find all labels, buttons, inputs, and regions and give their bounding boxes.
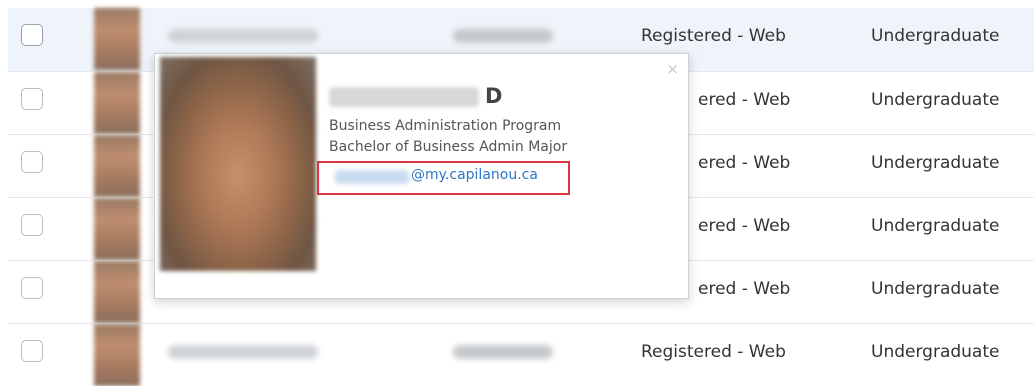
student-roster-page: Registered - Web Undergraduate ered - We…	[0, 0, 1034, 386]
row-checkbox[interactable]	[21, 214, 43, 236]
student-photo-thumbnail[interactable]	[94, 324, 140, 386]
redacted-student-id	[453, 345, 553, 359]
student-email-link[interactable]: @my.capilanou.ca	[411, 167, 538, 183]
table-row[interactable]: Registered - Web Undergraduate	[8, 323, 1034, 386]
redacted-student-id	[453, 29, 553, 43]
student-level: Undergraduate	[871, 342, 1000, 362]
registration-status: Registered - Web	[641, 26, 786, 46]
student-last-initial: D	[485, 84, 503, 108]
student-level: Undergraduate	[871, 153, 1000, 173]
registration-status: Registered - Web	[641, 342, 786, 362]
row-checkbox[interactable]	[21, 24, 43, 46]
redacted-student-name	[168, 29, 318, 43]
student-photo-thumbnail[interactable]	[94, 198, 140, 260]
student-photo-thumbnail[interactable]	[94, 72, 140, 134]
student-profile-popup: D Business Administration Program Bachel…	[154, 53, 689, 299]
student-profile-photo	[160, 57, 316, 271]
student-photo-thumbnail[interactable]	[94, 8, 140, 70]
row-checkbox[interactable]	[21, 88, 43, 110]
redacted-student-full-name	[329, 87, 479, 107]
student-level: Undergraduate	[871, 26, 1000, 46]
registration-status: ered - Web	[698, 153, 791, 173]
row-checkbox[interactable]	[21, 151, 43, 173]
student-photo-thumbnail[interactable]	[94, 261, 140, 323]
registration-status: ered - Web	[698, 216, 791, 236]
student-major: Bachelor of Business Admin Major	[329, 139, 568, 155]
registration-status: ered - Web	[698, 279, 791, 299]
redacted-email-username	[335, 170, 409, 184]
student-photo-thumbnail[interactable]	[94, 135, 140, 197]
row-checkbox[interactable]	[21, 340, 43, 362]
row-checkbox[interactable]	[21, 277, 43, 299]
student-level: Undergraduate	[871, 279, 1000, 299]
redacted-student-name	[168, 345, 318, 359]
student-level: Undergraduate	[871, 216, 1000, 236]
close-icon[interactable]: ×	[666, 62, 679, 77]
student-program: Business Administration Program	[329, 118, 562, 134]
registration-status: ered - Web	[698, 90, 791, 110]
student-level: Undergraduate	[871, 90, 1000, 110]
